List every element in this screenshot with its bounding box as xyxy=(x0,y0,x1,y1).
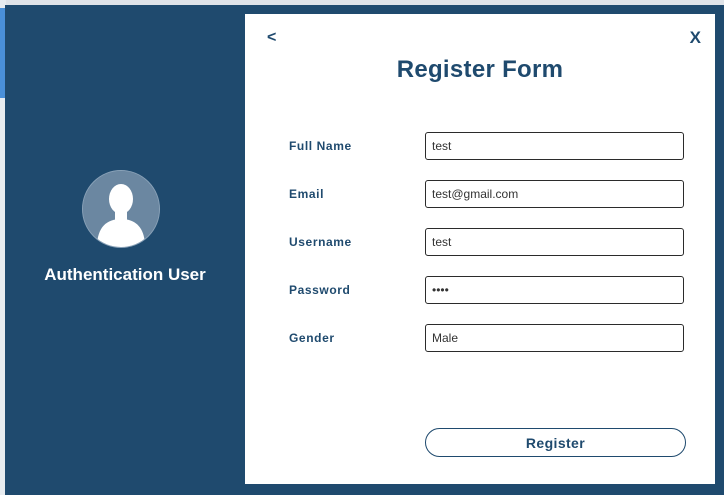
sidebar-panel: Authentication User xyxy=(5,5,245,495)
form-row-password: Password xyxy=(289,276,689,306)
username-label: Username xyxy=(289,235,352,249)
auth-window: Authentication User < X Register Form Fu… xyxy=(5,5,724,495)
form-row-username: Username xyxy=(289,228,689,258)
gender-input[interactable] xyxy=(425,324,684,352)
username-input[interactable] xyxy=(425,228,684,256)
form-title: Register Form xyxy=(396,56,564,83)
email-input[interactable] xyxy=(425,180,684,208)
gender-label: Gender xyxy=(289,331,335,345)
form-row-full-name: Full Name xyxy=(289,132,689,162)
form-row-email: Email xyxy=(289,180,689,210)
register-button[interactable]: Register xyxy=(425,428,686,457)
full-name-label: Full Name xyxy=(289,139,352,153)
password-input[interactable] xyxy=(425,276,684,304)
form-row-gender: Gender xyxy=(289,324,689,354)
password-label: Password xyxy=(289,283,351,297)
sidebar-title: Authentication User xyxy=(44,265,206,284)
email-label: Email xyxy=(289,187,325,201)
user-avatar-icon xyxy=(82,170,160,248)
full-name-input[interactable] xyxy=(425,132,684,160)
close-button[interactable]: X xyxy=(690,28,701,48)
back-button[interactable]: < xyxy=(267,29,276,47)
register-form-panel: < X Register Form Full Name Email Userna… xyxy=(245,14,715,484)
